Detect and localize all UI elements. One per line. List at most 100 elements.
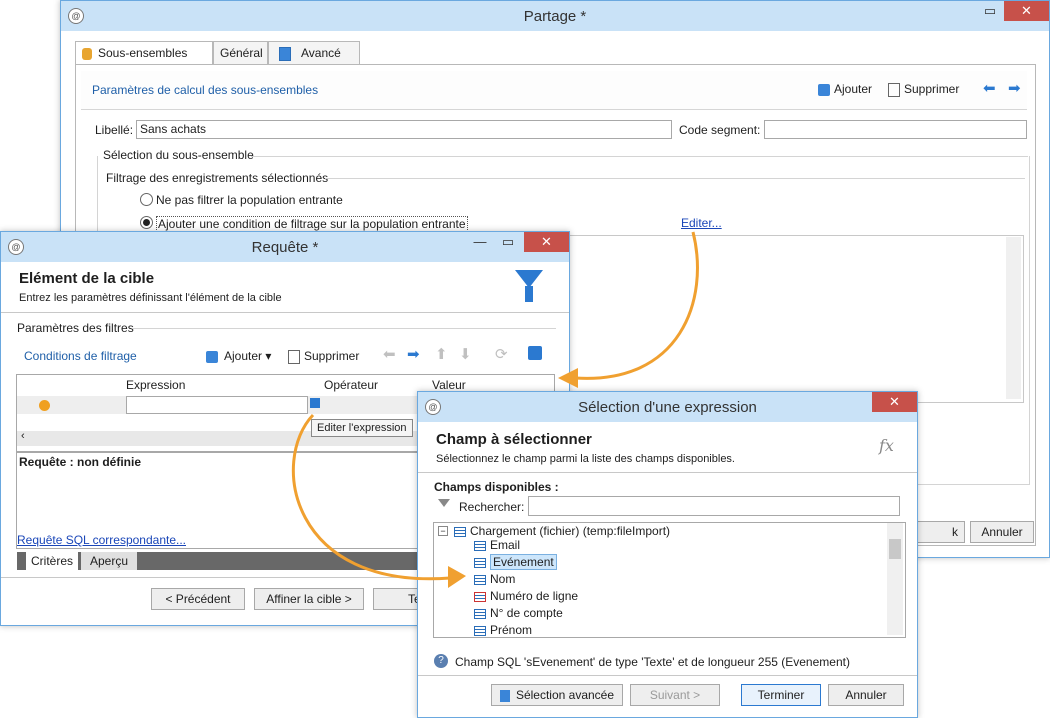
- arrow-left-icon[interactable]: ⬅: [383, 345, 396, 363]
- field-icon: [474, 557, 486, 568]
- search-input[interactable]: [528, 496, 900, 516]
- partage-cancel-button[interactable]: Annuler: [970, 521, 1034, 543]
- table-icon: [454, 526, 466, 537]
- add-button[interactable]: Ajouter: [818, 82, 872, 96]
- finish-button[interactable]: Terminer: [741, 684, 821, 706]
- close-icon[interactable]: ✕: [524, 232, 569, 252]
- delete-button[interactable]: Supprimer: [888, 82, 959, 97]
- tree-item[interactable]: Email: [474, 538, 520, 552]
- preview-scrollbar[interactable]: [1006, 237, 1021, 399]
- tree-item[interactable]: Numéro de ligne: [474, 589, 578, 603]
- arrow-right-icon[interactable]: ➡: [407, 345, 420, 363]
- col-expression: Expression: [126, 378, 186, 392]
- selection-cancel-button[interactable]: Annuler: [828, 684, 904, 706]
- expression-cell[interactable]: [126, 396, 308, 414]
- requete-titlebar[interactable]: @ Requête * — ▭ ✕: [1, 232, 569, 262]
- tab-avance[interactable]: Avancé: [268, 41, 360, 65]
- info-icon: ?: [434, 654, 448, 668]
- field-icon: [474, 625, 486, 636]
- filter-icon: [438, 499, 450, 507]
- close-icon[interactable]: ✕: [1004, 1, 1049, 21]
- tab-criteres[interactable]: Critères: [26, 552, 78, 570]
- field-icon: [474, 540, 486, 551]
- radio-add-filter-label: Ajouter une condition de filtrage sur la…: [156, 216, 468, 232]
- available-fields-label: Champs disponibles :: [434, 480, 559, 494]
- requete-heading: Elément de la cible: [19, 270, 155, 287]
- tab-general[interactable]: Général: [213, 41, 268, 65]
- req-delete-button[interactable]: Supprimer: [288, 349, 359, 364]
- conditions-label: Conditions de filtrage: [24, 349, 137, 363]
- section-title: Paramètres de calcul des sous-ensembles: [92, 83, 319, 97]
- tab-sous-ensembles[interactable]: Sous-ensembles: [75, 41, 213, 65]
- advanced-selection-button[interactable]: Sélection avancée: [491, 684, 623, 706]
- footer-divider: [418, 675, 917, 676]
- selection-title: Sélection d'une expression: [578, 399, 757, 416]
- clipboard-icon: [279, 46, 291, 61]
- tree-item[interactable]: Nom: [474, 572, 515, 586]
- trash-icon: [288, 349, 300, 364]
- selection-heading: Champ à sélectionner: [436, 431, 592, 448]
- filter-group-label: Filtrage des enregistrements sélectionné…: [106, 171, 329, 185]
- code-segment-label: Code segment:: [679, 123, 761, 137]
- add-icon: [206, 350, 218, 363]
- requete-subheading: Entrez les paramètres définissant l'élém…: [19, 292, 282, 304]
- close-icon[interactable]: ✕: [872, 392, 917, 412]
- minimize-icon[interactable]: ▭: [976, 1, 1004, 21]
- save-icon[interactable]: [528, 346, 542, 360]
- field-icon: [474, 608, 486, 619]
- field-info: Champ SQL 'sEvenement' de type 'Texte' e…: [455, 655, 850, 669]
- edit-expression-icon[interactable]: [310, 398, 320, 408]
- col-operator: Opérateur: [324, 378, 379, 392]
- col-value: Valeur: [432, 378, 466, 392]
- scroll-left-icon[interactable]: ‹: [21, 430, 25, 442]
- next-button[interactable]: Suivant >: [630, 684, 720, 706]
- arrow-up-icon[interactable]: ⬆: [435, 345, 448, 363]
- refresh-icon[interactable]: ⟳: [495, 345, 508, 363]
- tooltip: Editer l'expression: [311, 419, 413, 437]
- calculated-field-icon: [474, 591, 486, 602]
- add-icon: [818, 83, 830, 96]
- edit-link[interactable]: Editer...: [681, 216, 722, 230]
- arrow-left-icon[interactable]: ⬅: [983, 79, 996, 97]
- radio-no-filter[interactable]: [140, 193, 153, 206]
- tree-item[interactable]: Prénom: [474, 623, 532, 637]
- search-label: Rechercher:: [459, 500, 525, 514]
- sql-link[interactable]: Requête SQL correspondante...: [17, 533, 186, 547]
- tree-item[interactable]: N° de compte: [474, 606, 563, 620]
- libelle-label: Libellé:: [95, 123, 134, 137]
- minimize-icon[interactable]: —: [466, 232, 494, 252]
- arrow-down-icon[interactable]: ⬇: [459, 345, 472, 363]
- funnel-stem: [525, 286, 533, 302]
- radio-add-filter[interactable]: [140, 216, 153, 229]
- selection-window: @ Sélection d'une expression ✕ Champ à s…: [417, 391, 918, 718]
- query-status: Requête : non définie: [19, 455, 142, 469]
- tree-root[interactable]: Chargement (fichier) (temp:fileImport): [454, 524, 670, 538]
- row-status-dot: [39, 400, 50, 411]
- radio-no-filter-label: Ne pas filtrer la population entrante: [156, 193, 343, 207]
- database-icon: [82, 47, 92, 60]
- header-divider: [418, 472, 917, 473]
- maximize-icon[interactable]: ▭: [494, 232, 522, 252]
- refine-target-button[interactable]: Affiner la cible >: [254, 588, 364, 610]
- libelle-input[interactable]: Sans achats: [136, 120, 672, 139]
- scrollbar-thumb[interactable]: [889, 539, 901, 559]
- tab-apercu[interactable]: Aperçu: [81, 552, 137, 570]
- req-add-button[interactable]: Ajouter ▾: [206, 349, 271, 363]
- fx-icon[interactable]: fx: [879, 436, 894, 455]
- selection-subheading: Sélectionnez le champ parmi la liste des…: [436, 453, 735, 465]
- params-label: Paramètres des filtres: [17, 321, 134, 335]
- tree-item-selected[interactable]: Evénement: [474, 554, 557, 570]
- previous-button[interactable]: < Précédent: [151, 588, 245, 610]
- filter-group-line: [325, 178, 1025, 179]
- ok-button[interactable]: k: [917, 521, 965, 543]
- trash-icon: [888, 82, 900, 97]
- arrow-right-icon[interactable]: ➡: [1008, 79, 1021, 97]
- partage-titlebar[interactable]: @ Partage * ▭ ✕: [61, 1, 1049, 31]
- tree-collapse-icon[interactable]: −: [438, 526, 448, 536]
- field-icon: [474, 574, 486, 585]
- test-button[interactable]: Te: [373, 588, 421, 610]
- partage-title: Partage *: [523, 8, 587, 25]
- code-segment-input[interactable]: [764, 120, 1027, 139]
- header-divider: [1, 312, 569, 313]
- selection-titlebar[interactable]: @ Sélection d'une expression ✕: [418, 392, 917, 422]
